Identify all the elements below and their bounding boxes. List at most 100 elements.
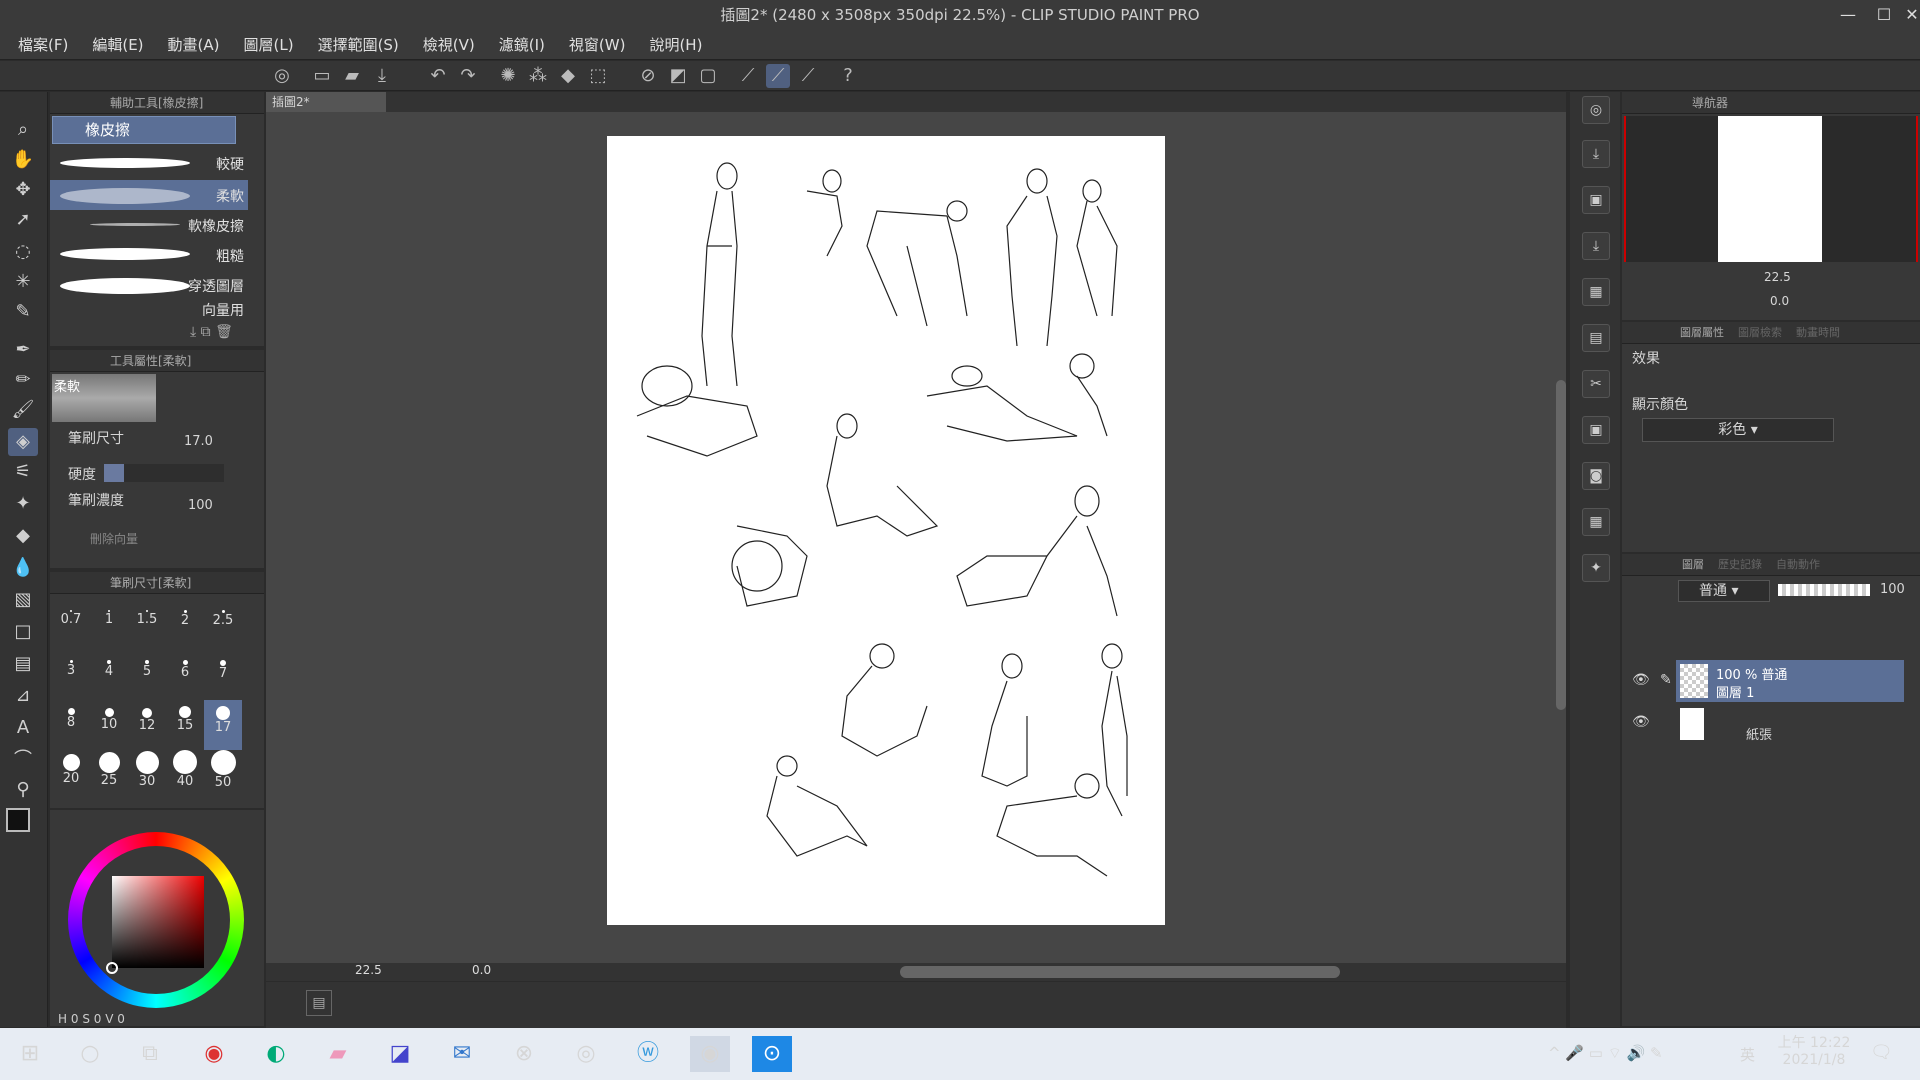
size-cell[interactable]: 2.5 (204, 600, 242, 650)
tab-layer-property[interactable]: 圖層屬性 (1680, 326, 1724, 339)
subtool-item[interactable]: 柔軟 (50, 180, 248, 210)
brush-tool-icon[interactable]: 🖌 (8, 396, 38, 424)
menu-view[interactable]: 檢視(V) (411, 30, 487, 60)
subtool-group-tab[interactable]: 橡皮擦 (52, 116, 236, 144)
deselect-icon[interactable]: ⊘ (636, 64, 660, 88)
menu-animation[interactable]: 動畫(A) (156, 30, 232, 60)
menu-window[interactable]: 視窗(W) (557, 30, 638, 60)
blend-mode-select[interactable]: 普通 ▾ (1678, 580, 1770, 602)
fill-icon[interactable]: ◆ (556, 64, 580, 88)
gradient-tool-icon[interactable]: ▧ (8, 586, 38, 614)
subtool-actions[interactable]: ⤓ ⧉ 🗑 (190, 324, 233, 340)
hardness-slider[interactable] (104, 464, 224, 482)
decoration-tool-icon[interactable]: ✦ (8, 490, 38, 518)
file-explorer-icon[interactable]: ▰ (318, 1036, 358, 1072)
hand-tool-icon[interactable]: ✋ (8, 146, 38, 174)
size-cell[interactable]: 30 (128, 750, 166, 800)
material-pose-icon[interactable]: ✦ (1582, 554, 1610, 582)
size-cell[interactable]: 40 (166, 750, 204, 800)
layer-visibility-eye-icon[interactable]: 👁 (1632, 672, 1650, 688)
zoom-tool-icon[interactable]: ⌕ (8, 116, 38, 144)
move-tool-icon[interactable]: ✥ (8, 176, 38, 204)
opacity-slider[interactable] (1778, 584, 1870, 596)
horizontal-scrollbar[interactable] (900, 966, 1340, 978)
canvas-rotation-value[interactable]: 0.0 (472, 963, 491, 977)
fill-tool-icon[interactable]: ◆ (8, 522, 38, 550)
active-app-icon[interactable]: ⊙ (752, 1036, 792, 1072)
size-cell[interactable]: 1.5 (128, 600, 166, 650)
paper-visibility-eye-icon[interactable]: 👁 (1632, 714, 1650, 730)
display-color-select[interactable]: 彩色 ▾ (1642, 418, 1834, 442)
saturation-value-square[interactable] (112, 876, 204, 968)
brush-size-value[interactable]: 17.0 (184, 434, 213, 449)
material-download-icon[interactable]: ⤓ (1582, 140, 1610, 168)
mail-icon[interactable]: ✉ (442, 1036, 482, 1072)
clip-studio-taskbar-icon[interactable]: ◎ (566, 1036, 606, 1072)
frame-tool-icon[interactable]: ▤ (8, 650, 38, 678)
magic-wand-icon[interactable]: ✳ (8, 268, 38, 296)
subtool-item[interactable]: 軟橡皮擦 (50, 210, 248, 240)
airbrush-tool-icon[interactable]: ⚟ (8, 458, 38, 486)
subtool-item[interactable]: 較硬 (50, 148, 248, 178)
tab-history[interactable]: 歷史記錄 (1718, 558, 1762, 571)
material-manga-icon[interactable]: ✂ (1582, 370, 1610, 398)
size-cell[interactable]: 20 (52, 750, 90, 800)
material-frame-icon[interactable]: ▤ (1582, 324, 1610, 352)
eyedropper-icon[interactable]: ✎ (8, 298, 38, 326)
xbox-icon[interactable]: ⊗ (504, 1036, 544, 1072)
size-cell[interactable]: 10 (90, 700, 128, 750)
size-cell[interactable]: 12 (128, 700, 166, 750)
windows-start-icon[interactable]: ⊞ (10, 1036, 50, 1072)
save-icon[interactable]: ⤓ (370, 64, 394, 88)
clip-studio-paint-taskbar-icon[interactable]: ◉ (690, 1036, 730, 1072)
size-cell[interactable]: 4 (90, 650, 128, 700)
material-import-icon[interactable]: ⤓ (1582, 232, 1610, 260)
size-cell[interactable]: 8 (52, 700, 90, 750)
invert-selection-icon[interactable]: ◩ (666, 64, 690, 88)
text-tool-icon[interactable]: A (8, 714, 38, 742)
redo-icon[interactable]: ↷ (456, 64, 480, 88)
close-button[interactable]: ✕ (1894, 0, 1920, 30)
size-cell[interactable]: 0.7 (52, 600, 90, 650)
menu-filter[interactable]: 濾鏡(I) (487, 30, 557, 60)
size-cell[interactable]: 1 (90, 600, 128, 650)
tab-auto-action[interactable]: 自動動作 (1776, 558, 1820, 571)
app-icon[interactable]: ◪ (380, 1036, 420, 1072)
subtool-item[interactable]: 穿透圖層 (50, 270, 248, 300)
drawing-paper[interactable] (607, 136, 1165, 925)
task-view-icon[interactable]: ⧉ (130, 1036, 170, 1072)
clear-outside-icon[interactable]: ⁂ (526, 64, 550, 88)
menu-help[interactable]: 說明(H) (637, 30, 714, 60)
size-cell[interactable]: 25 (90, 750, 128, 800)
object-tool-icon[interactable]: ➚ (8, 206, 38, 234)
undo-icon[interactable]: ↶ (426, 64, 450, 88)
eraser-tool-icon[interactable]: ◈ (8, 428, 38, 456)
chrome-icon[interactable]: ◉ (194, 1036, 234, 1072)
special-ruler-snap-icon[interactable]: ⟋ (766, 64, 790, 88)
size-cell[interactable]: 2 (166, 600, 204, 650)
grid-snap-icon[interactable]: ⟋ (796, 64, 820, 88)
figure-tool-icon[interactable]: □ (8, 618, 38, 646)
transform-icon[interactable]: ⬚ (586, 64, 610, 88)
material-body-icon[interactable]: ◙ (1582, 462, 1610, 490)
balloon-tool-icon[interactable]: ⌒ (8, 746, 38, 774)
layer-edit-pen-icon[interactable]: ✎ (1660, 672, 1672, 688)
minimize-button[interactable]: — (1830, 0, 1866, 30)
size-cell[interactable]: 3 (52, 650, 90, 700)
size-cell[interactable]: 50 (204, 750, 242, 800)
word-icon[interactable]: ⓦ (628, 1036, 668, 1072)
material-calendar-icon[interactable]: ▦ (1582, 508, 1610, 536)
clock[interactable]: 上午 12:22 2021/1/8 (1774, 1032, 1854, 1068)
subtool-item[interactable]: 向量用 (50, 300, 248, 316)
show-selection-icon[interactable]: ▢ (696, 64, 720, 88)
tab-animation-cel[interactable]: 動畫時間 (1796, 326, 1840, 339)
pencil-tool-icon[interactable]: ✏ (8, 366, 38, 394)
size-cell[interactable]: 15 (166, 700, 204, 750)
navigator-zoom-value[interactable]: 22.5 (1764, 270, 1791, 284)
ime-indicator[interactable]: 英 (1740, 1044, 1755, 1065)
subtool-item[interactable]: 粗糙 (50, 240, 248, 270)
material-image-icon[interactable]: ▣ (1582, 186, 1610, 214)
menu-edit[interactable]: 編輯(E) (80, 30, 155, 60)
opacity-value[interactable]: 100 (1880, 582, 1905, 597)
pen-tool-icon[interactable]: ✒ (8, 336, 38, 364)
